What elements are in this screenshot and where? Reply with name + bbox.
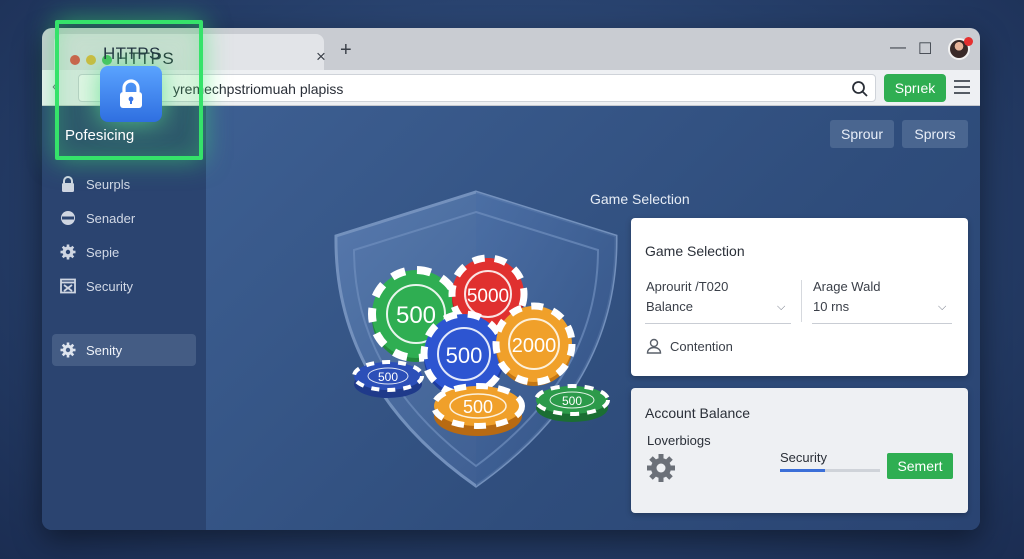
game-selection-card: Game Selection Aprourit /T020 Balance ⌵ … <box>631 218 968 376</box>
hero-illustration: 500 500 5000 500 2000 500 500 <box>334 190 618 488</box>
semert-button[interactable]: Semert <box>887 453 953 479</box>
chip-orange: 2000 <box>492 302 576 386</box>
wald-select[interactable]: 10 rns ⌵ <box>812 296 952 322</box>
lock-icon <box>60 176 76 192</box>
chip-stack-orange: 500 <box>431 383 525 436</box>
chip-stack-small-blue: 500 <box>352 360 424 398</box>
shield-icon <box>60 210 76 226</box>
sidebar: Seurpls Senader Sepie Security Senity <box>42 106 206 530</box>
account-balance-card: Account Balance Loverbiogs Security Seme… <box>631 388 968 513</box>
sidebar-item-label: Sepie <box>86 244 120 260</box>
sidebar-item-security[interactable]: Security <box>52 270 196 302</box>
minimize-icon[interactable]: — <box>890 39 906 57</box>
chip-label: 500 <box>378 370 398 384</box>
card-title: Game Selection <box>645 243 745 259</box>
chevron-down-icon: ⌵ <box>938 301 947 313</box>
contention-label: Contention <box>670 338 733 354</box>
hamburger-menu-icon[interactable] <box>954 80 970 94</box>
user-icon <box>646 338 662 354</box>
chip-stack-green: 500 <box>534 384 610 422</box>
maximize-icon[interactable]: ☐ <box>918 39 932 59</box>
chip-label: 2000 <box>512 335 557 357</box>
security-progress-bar <box>780 469 880 472</box>
sidebar-item-label: Senader <box>86 210 136 226</box>
sidebar-item-label: Security <box>86 278 133 294</box>
account-subtitle: Loverbiogs <box>647 433 711 448</box>
chip-label: 500 <box>562 394 582 408</box>
chip-label: 5000 <box>467 286 509 307</box>
sidebar-item-senity[interactable]: Senity <box>52 334 196 366</box>
sprors-button[interactable]: Sprors <box>902 120 968 148</box>
game-section-title: Game Selection <box>590 191 690 207</box>
profile-avatar[interactable] <box>948 37 973 60</box>
tab-close-icon[interactable]: × <box>316 47 326 67</box>
search-icon[interactable] <box>851 80 869 98</box>
highlight-label: Pofesicing <box>65 127 135 144</box>
sidebar-item-sepie[interactable]: Sepie <box>52 236 196 268</box>
sidebar-item-senader[interactable]: Senader <box>52 202 196 234</box>
security-progress-fill <box>780 469 825 472</box>
window-close-icon <box>60 278 76 294</box>
chip-label: 500 <box>446 343 483 368</box>
sidebar-item-label: Seurpls <box>86 176 131 192</box>
https-label: HTTPS <box>103 44 161 63</box>
security-label: Security <box>780 450 827 465</box>
new-tab-icon[interactable]: + <box>340 39 352 62</box>
select-value: Balance <box>646 299 693 314</box>
field-label: Aprourit /T020 <box>646 279 729 294</box>
search-button[interactable]: Sprıek <box>884 74 946 102</box>
chip-label: 500 <box>463 397 493 417</box>
card-title: Account Balance <box>645 405 751 421</box>
sprour-button[interactable]: Sprour <box>830 120 894 148</box>
chip-label: 500 <box>396 302 436 329</box>
gear-icon <box>60 342 76 358</box>
balance-select[interactable]: Balance ⌵ <box>645 296 791 322</box>
sidebar-item-label: Senity <box>86 342 123 358</box>
lock-icon[interactable] <box>100 66 162 122</box>
chevron-down-icon: ⌵ <box>777 301 786 313</box>
sidebar-item-seurpls[interactable]: Seurpls <box>52 168 196 200</box>
gear-icon[interactable] <box>645 452 677 484</box>
contention-item[interactable]: Contention <box>646 336 733 356</box>
gear-icon <box>60 244 76 260</box>
select-value: 10 rns <box>813 299 850 314</box>
field-label: Arage Wald <box>813 279 881 294</box>
